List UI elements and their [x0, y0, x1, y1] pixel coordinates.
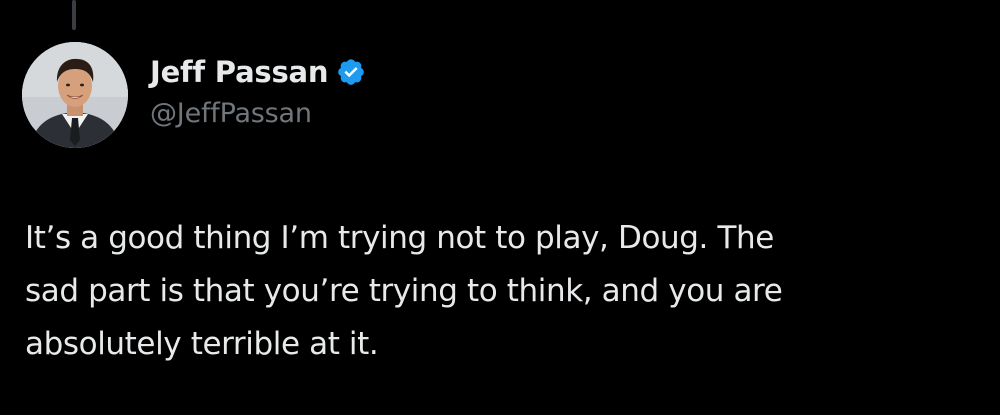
thread-connector-line [72, 0, 76, 30]
avatar[interactable] [22, 42, 128, 148]
author-display-name[interactable]: Jeff Passan [150, 55, 329, 89]
tweet-card: Jeff Passan @JeffPassan It’s a good thin… [0, 0, 1000, 415]
tweet-author: Jeff Passan @JeffPassan [150, 52, 366, 129]
tweet-text: It’s a good thing I’m trying not to play… [25, 220, 783, 362]
author-name-row: Jeff Passan [150, 52, 366, 92]
author-handle[interactable]: @JeffPassan [150, 98, 366, 129]
profile-photo-avatar [22, 42, 128, 148]
verified-badge-icon[interactable] [336, 57, 366, 87]
